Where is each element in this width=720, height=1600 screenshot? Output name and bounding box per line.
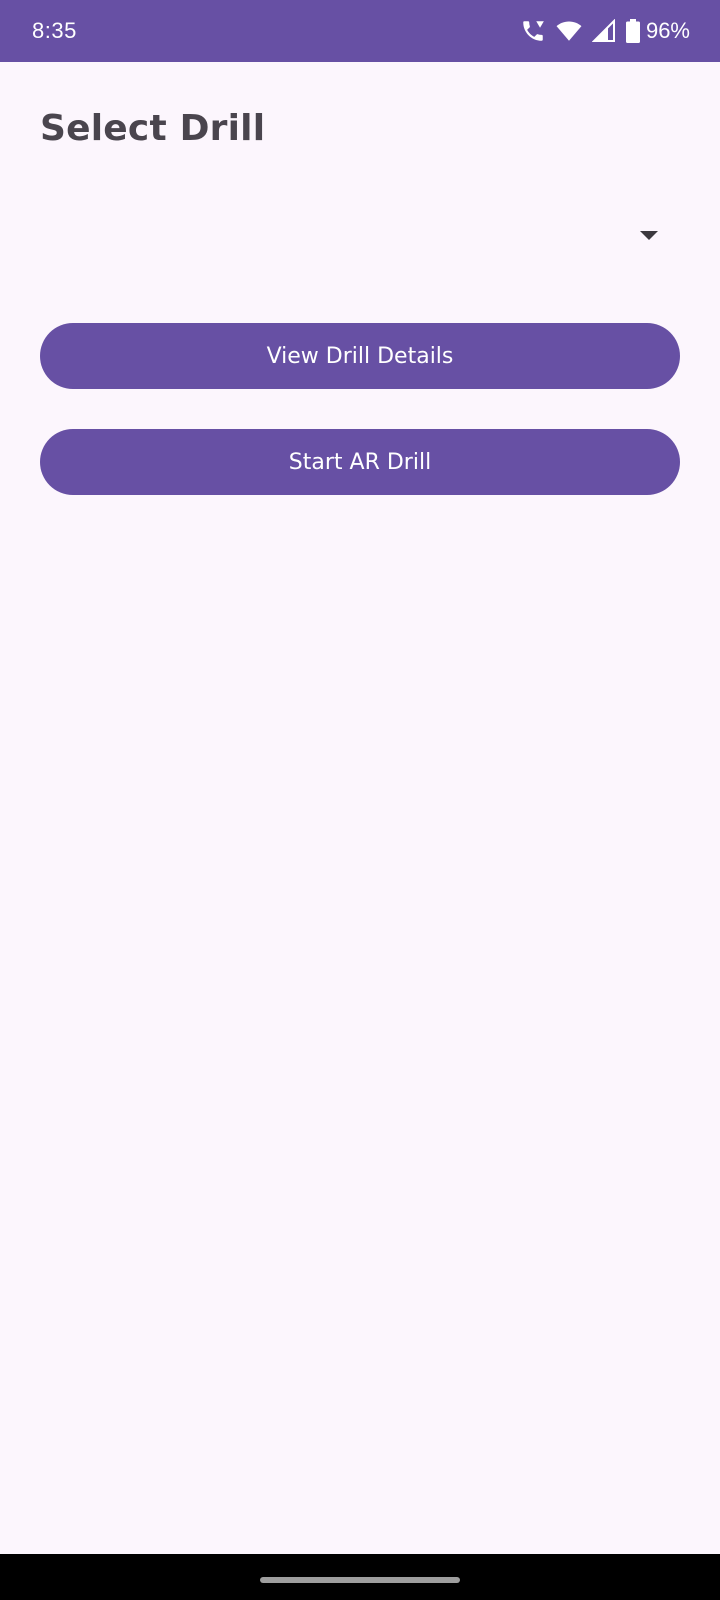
navigation-bar (0, 1554, 720, 1600)
home-gesture-handle[interactable] (260, 1577, 460, 1583)
drill-select-dropdown[interactable] (40, 200, 680, 270)
battery-icon (625, 19, 640, 43)
battery-percent: 96% (645, 18, 690, 43)
status-bar: 8:35 96% (0, 0, 720, 62)
wifi-icon (556, 19, 582, 43)
cell-signal-icon (591, 19, 616, 43)
screen: 8:35 96% Select Drill View Drill Details… (0, 0, 720, 1600)
start-ar-drill-button[interactable]: Start AR Drill (40, 429, 680, 495)
page-title: Select Drill (40, 108, 266, 149)
dropdown-arrow-icon (640, 230, 658, 240)
status-time: 8:35 (32, 18, 77, 43)
wifi-calling-icon (520, 18, 546, 44)
status-icons: 96% (520, 18, 690, 44)
view-drill-details-button[interactable]: View Drill Details (40, 323, 680, 389)
